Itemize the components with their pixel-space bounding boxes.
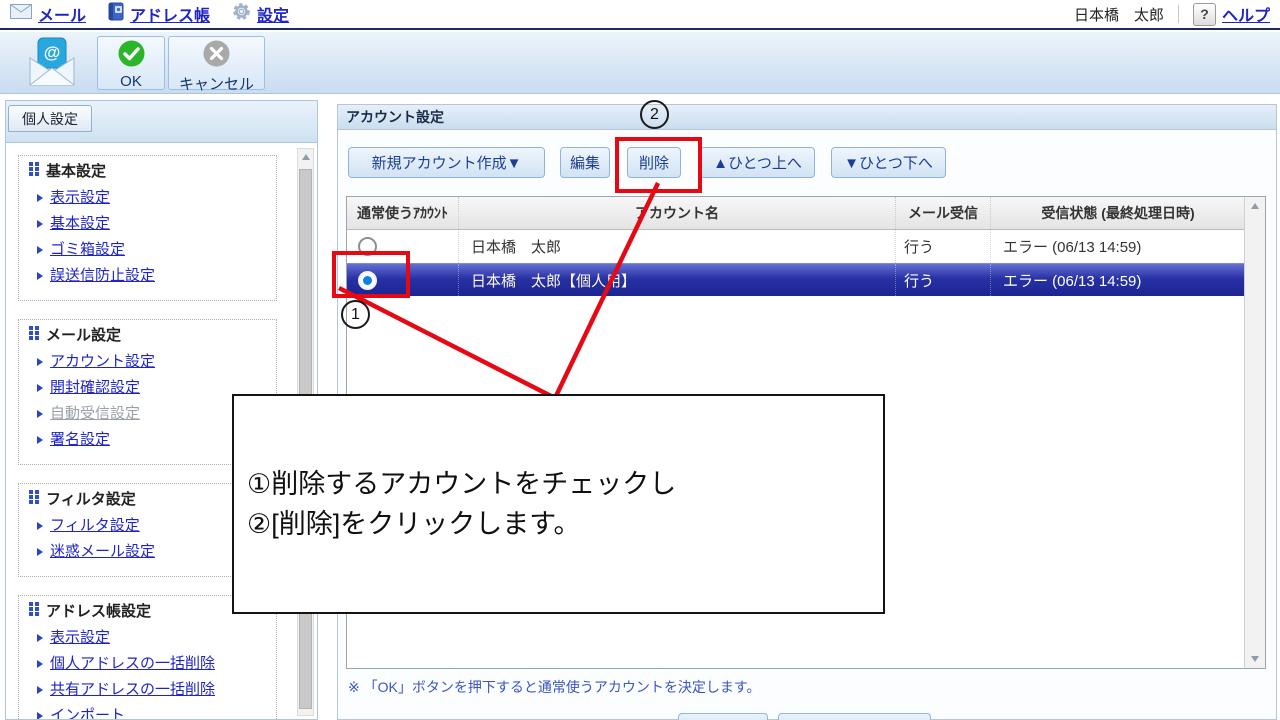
tab-personal-settings[interactable]: 個人設定 <box>8 105 92 132</box>
sidebar-item-shared-address-bulk-delete[interactable]: 共有アドレスの一括削除 <box>37 680 270 700</box>
cancel-button-label: キャンセル <box>178 76 254 93</box>
column-receive-status: 受信状態 (最終処理日時) <box>1041 205 1195 221</box>
instruction-callout: ①削除するアカウントをチェックし ②[削除]をクリックします。 <box>232 394 885 614</box>
instruction-line-2: ②[削除]をクリックします。 <box>247 509 581 539</box>
receive-status-cell: エラー (06/13 14:59) <box>1003 239 1142 256</box>
sidebar-item-basic-settings[interactable]: 基本設定 <box>37 214 270 234</box>
table-header-row: 通常使うｱｶｳﾝﾄ アカウント名 メール受信 受信状態 (最終処理日時) <box>347 197 1265 230</box>
help-link[interactable]: ヘルプ <box>1222 2 1270 26</box>
sidebar-item-trash-settings[interactable]: ゴミ箱設定 <box>37 240 270 260</box>
action-toolbar: @ OK キャンセル <box>0 32 1280 94</box>
grid-icon <box>29 490 39 510</box>
app-window: メール アドレス帳 設定 日本橋 太郎 ? ヘルプ @ OK キャンセル 個人設… <box>0 0 1280 720</box>
nav-mail-label: メール <box>38 8 87 25</box>
help-icon[interactable]: ? <box>1192 2 1216 26</box>
receive-status-cell: エラー (06/13 14:59) <box>1003 272 1142 290</box>
step2-highlight-box <box>615 137 702 193</box>
table-scrollbar <box>1244 197 1265 668</box>
arrow-bullet-icon <box>37 660 43 668</box>
arrow-bullet-icon <box>37 246 43 254</box>
nav-settings[interactable]: 設定 <box>232 2 289 26</box>
arrow-bullet-icon <box>37 522 43 530</box>
nav-settings-label: 設定 <box>257 8 290 25</box>
ok-check-icon <box>118 40 145 72</box>
sidebar-group-title: メール設定 <box>29 326 270 346</box>
grid-icon <box>29 326 39 346</box>
bottom-partial-button-left[interactable] <box>678 713 768 720</box>
mail-receive-cell: 行う <box>896 230 991 263</box>
mail-receive-cell: 行う <box>896 264 991 296</box>
ok-button-label: OK <box>120 73 142 90</box>
sidebar-group-basic: 基本設定 表示設定 基本設定 ゴミ箱設定 誤送信防止設定 <box>18 155 277 301</box>
sidebar-item-ab-display-settings[interactable]: 表示設定 <box>37 628 270 648</box>
instruction-line-1: ①削除するアカウントをチェックし <box>247 469 677 499</box>
account-name-cell: 日本橋 太郎 <box>459 230 896 263</box>
column-default-account: 通常使うｱｶｳﾝﾄ <box>347 197 459 229</box>
arrow-bullet-icon <box>37 358 43 366</box>
sidebar-group-title: 基本設定 <box>29 162 270 182</box>
arrow-bullet-icon <box>37 194 43 202</box>
account-name-cell: 日本橋 太郎【個人用】 <box>459 264 896 296</box>
step2-badge: 2 <box>640 100 669 129</box>
sidebar-item-display-settings[interactable]: 表示設定 <box>37 188 270 208</box>
ok-footnote: ※ 「OK」ボタンを押下すると通常使うアカウントを決定します。 <box>348 679 761 695</box>
cancel-x-icon <box>203 40 230 72</box>
arrow-bullet-icon <box>37 220 43 228</box>
topbar-right: 日本橋 太郎 ? ヘルプ <box>1074 2 1270 26</box>
create-account-button[interactable]: 新規アカウント作成▼ <box>348 147 545 178</box>
bottom-partial-button-right[interactable] <box>778 713 931 720</box>
edit-button[interactable]: 編集 <box>560 147 610 178</box>
column-account-name: アカウント名 <box>459 197 896 229</box>
addressbook-icon <box>108 2 124 26</box>
arrow-bullet-icon <box>37 436 43 444</box>
column-mail-receive: メール受信 <box>896 197 991 229</box>
svg-text:@: @ <box>44 43 61 62</box>
table-row[interactable]: 日本橋 太郎 行う エラー (06/13 14:59) <box>347 230 1265 263</box>
panel-title: アカウント設定 <box>338 105 1276 130</box>
arrow-bullet-icon <box>37 548 43 556</box>
gear-icon <box>232 2 251 26</box>
arrow-bullet-icon <box>37 712 43 719</box>
mail-logo-icon: @ <box>26 36 78 93</box>
sidebar-item-import[interactable]: インポート <box>37 706 270 719</box>
nav-addressbook[interactable]: アドレス帳 <box>108 2 210 26</box>
move-down-button[interactable]: ▼ひとつ下へ <box>831 147 946 178</box>
user-name: 日本橋 太郎 <box>1073 6 1164 24</box>
grid-icon <box>29 602 39 622</box>
table-row-selected[interactable]: 日本橋 太郎【個人用】 行う エラー (06/13 14:59) <box>347 263 1265 296</box>
nav-mail[interactable]: メール <box>10 2 86 26</box>
top-nav-bar: メール アドレス帳 設定 日本橋 太郎 ? ヘルプ <box>0 0 1280 30</box>
scroll-up-icon[interactable] <box>1245 197 1265 215</box>
step1-badge: 1 <box>341 300 370 329</box>
step1-highlight-box <box>332 251 410 298</box>
sidebar-item-account-settings[interactable]: アカウント設定 <box>37 352 270 372</box>
sidebar-item-personal-address-bulk-delete[interactable]: 個人アドレスの一括削除 <box>37 654 270 674</box>
sidebar-item-missend-prevention[interactable]: 誤送信防止設定 <box>37 266 270 286</box>
grid-icon <box>29 162 39 182</box>
cancel-button[interactable]: キャンセル <box>168 36 265 93</box>
scroll-down-icon[interactable] <box>1245 650 1265 668</box>
nav-addressbook-label: アドレス帳 <box>130 8 211 25</box>
arrow-bullet-icon <box>37 272 43 280</box>
arrow-bullet-icon <box>37 686 43 694</box>
arrow-bullet-icon <box>37 634 43 642</box>
ok-button[interactable]: OK <box>97 36 165 90</box>
arrow-bullet-icon <box>37 410 43 418</box>
topbar-divider <box>1177 5 1179 23</box>
move-up-button[interactable]: ▲ひとつ上へ <box>700 147 815 178</box>
scroll-up-icon[interactable] <box>298 149 313 165</box>
arrow-bullet-icon <box>37 384 43 392</box>
mail-nav-icon <box>10 4 32 24</box>
